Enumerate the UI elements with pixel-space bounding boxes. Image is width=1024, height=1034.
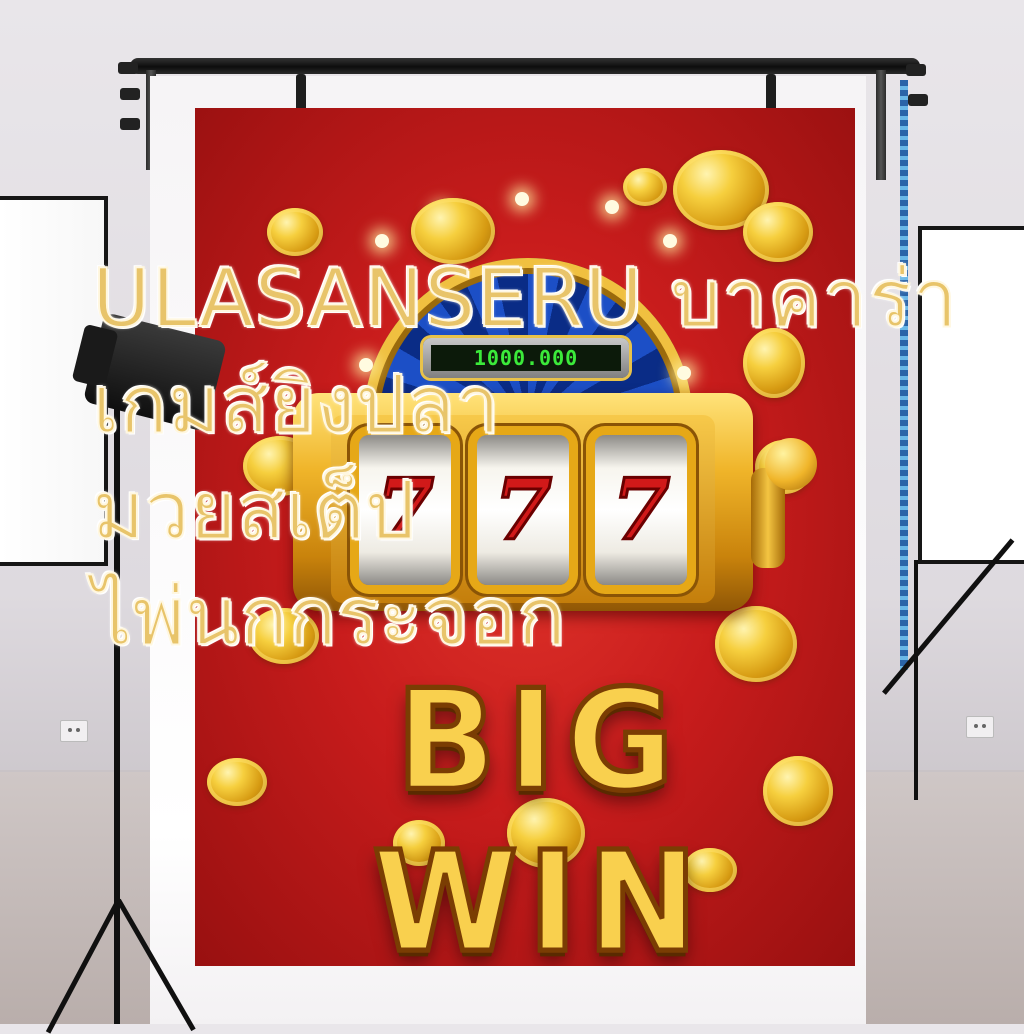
backdrop-clip — [766, 74, 776, 112]
overlay-line: เกมส์ยิงปลา — [91, 357, 501, 452]
light-bulb — [515, 192, 529, 206]
light-bulb — [605, 200, 619, 214]
backdrop-pole — [876, 70, 886, 180]
backdrop-rail — [130, 58, 920, 74]
gold-coin-icon — [623, 168, 667, 206]
photo-studio-scene: 1000.000 7 7 7 BIG WIN ULASANSERU บาคาร่… — [0, 0, 1024, 1034]
wall-outlet — [966, 716, 994, 738]
wall-outlet — [60, 720, 88, 742]
overlay-line: ไพ่นกกระจอก — [91, 569, 567, 664]
big-win-banner: BIG WIN — [370, 658, 708, 966]
overlay-line: มวยสเต็ป — [91, 463, 416, 558]
rail-knob — [118, 62, 138, 74]
rail-knob — [120, 118, 140, 130]
overlay-text-block: ULASANSERU บาคาร่า เกมส์ยิงปลา มวยสเต็ป … — [91, 246, 992, 670]
gold-coin-icon — [207, 758, 267, 806]
backdrop-clip — [296, 74, 306, 112]
rail-knob — [908, 94, 928, 106]
overlay-line: ULASANSERU บาคาร่า — [91, 251, 959, 346]
rail-knob — [906, 64, 926, 76]
rail-knob — [120, 88, 140, 100]
